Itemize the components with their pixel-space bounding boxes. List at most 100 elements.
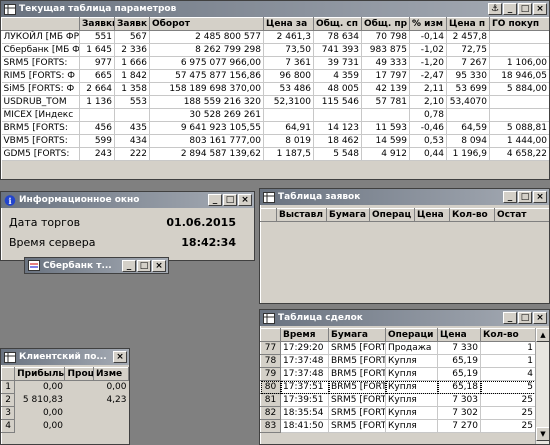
- client-header-2[interactable]: Проц: [64, 367, 94, 381]
- deals-header-1[interactable]: Время: [280, 328, 329, 342]
- params-row[interactable]: ЛУКОЙЛ [МБ ФР 551 567 2 485 800 577 2 461,3 7…: [1, 30, 549, 44]
- orders-header-5[interactable]: Кол-во: [449, 208, 495, 222]
- maximize-button[interactable]: □: [518, 312, 532, 324]
- client-row[interactable]: 4 0,00: [1, 419, 129, 433]
- deals-row[interactable]: 83 18:41:50 SRM5 [FORT Купля 7 270 25: [260, 419, 536, 433]
- client-table: Прибыль Проц Изме 1 0,00 0,00 2 5 810,83 4,23 3 0…: [1, 367, 129, 433]
- deals-row[interactable]: 77 17:29:20 SRM5 [FORT Продажа 7 330 1: [260, 341, 536, 355]
- params-header-5[interactable]: Общ. сп: [313, 17, 362, 31]
- orders-header-0[interactable]: [260, 208, 277, 222]
- deals-row[interactable]: 82 18:35:54 SRM5 [FORT Купля 7 302 25: [260, 406, 536, 420]
- close-button[interactable]: ×: [533, 3, 547, 15]
- deals-header-4[interactable]: Цена: [437, 328, 481, 342]
- close-button[interactable]: ×: [152, 259, 166, 272]
- minimize-button[interactable]: _: [503, 3, 517, 15]
- params-header-2[interactable]: Заявк: [114, 17, 150, 31]
- params-header-7[interactable]: % изм: [409, 17, 447, 31]
- params-header-3[interactable]: Оборот: [149, 17, 264, 31]
- params-row[interactable]: SRM5 [FORTS: 977 1 666 6 975 077 966,00 7 36…: [1, 56, 549, 70]
- maximize-button[interactable]: □: [518, 191, 532, 203]
- params-cell: 2 336: [114, 43, 150, 57]
- close-button[interactable]: ×: [533, 191, 547, 203]
- deals-titlebar[interactable]: Таблица сделок _ □ ×: [260, 310, 549, 326]
- deals-row[interactable]: 78 17:37:48 BRM5 [FORT Купля 65,19 1: [260, 354, 536, 368]
- params-cell: 115 546: [313, 95, 362, 109]
- deals-scrollbar[interactable]: ▲ ▼: [535, 328, 549, 444]
- params-cell: 2,11: [409, 82, 447, 96]
- client-header-1[interactable]: Прибыль: [14, 367, 66, 381]
- client-row[interactable]: 2 5 810,83 4,23: [1, 393, 129, 407]
- scroll-down-icon[interactable]: ▼: [536, 427, 549, 441]
- params-row[interactable]: VBM5 [FORTS: 599 434 803 161 777,00 8 019 18 …: [1, 134, 549, 148]
- params-cell: 70 798: [361, 30, 410, 44]
- params-header-6[interactable]: Общ. пр: [361, 17, 410, 31]
- params-header-0[interactable]: [1, 17, 80, 31]
- params-titlebar[interactable]: Текущая таблица параметров ⚓ _ □ ×: [1, 1, 549, 17]
- params-cell: 78 634: [313, 30, 362, 44]
- params-row[interactable]: BRM5 [FORTS: 456 435 9 641 923 105,55 64,91 1…: [1, 121, 549, 135]
- deals-row[interactable]: 80 17:37:51 BRM5 [FORT Купля 65,18 5: [260, 380, 536, 394]
- maximize-button[interactable]: □: [223, 194, 237, 206]
- client-cell: 0,00: [106, 382, 127, 393]
- close-button[interactable]: ×: [113, 351, 127, 363]
- params-cell: 1 106,00: [489, 56, 549, 70]
- client-row[interactable]: 3 0,00: [1, 406, 129, 420]
- params-cell: 72,75: [446, 43, 490, 57]
- params-cell: USDRUB_TOM: [1, 95, 80, 109]
- params-cell: 7 267: [446, 56, 490, 70]
- orders-header-1[interactable]: Выставл: [276, 208, 327, 222]
- client-cell: 4,23: [106, 395, 127, 405]
- sber-window[interactable]: Сбербанк т... _ □ ×: [24, 257, 169, 274]
- orders-header-2[interactable]: Бумага: [326, 208, 370, 222]
- minimize-button[interactable]: _: [208, 194, 222, 206]
- params-row[interactable]: RIM5 [FORTS: Ф 665 1 842 57 475 877 156,86 9…: [1, 69, 549, 83]
- sber-titlebar[interactable]: Сбербанк т... _ □ ×: [25, 258, 168, 273]
- params-row[interactable]: GDM5 [FORTS: 243 222 2 894 587 139,62 1 187,…: [1, 147, 549, 161]
- deals-cell: 18:41:50: [280, 419, 329, 433]
- params-cell: 0,78: [409, 108, 447, 122]
- params-header-8[interactable]: Цена п: [446, 17, 490, 31]
- orders-titlebar[interactable]: Таблица заявок _ □ ×: [260, 189, 549, 205]
- deals-header-0[interactable]: [260, 328, 281, 342]
- orders-header-4[interactable]: Цена: [414, 208, 450, 222]
- minimize-button[interactable]: _: [503, 191, 517, 203]
- params-cell: [361, 108, 410, 122]
- deals-header-3[interactable]: Операци: [385, 328, 438, 342]
- close-button[interactable]: ×: [238, 194, 252, 206]
- deals-row[interactable]: 79 17:37:48 BRM5 [FORT Купля 65,19 4: [260, 367, 536, 381]
- info-titlebar[interactable]: i Информационное окно _ □ ×: [1, 192, 254, 208]
- params-title: Текущая таблица параметров: [19, 4, 177, 14]
- client-header-0[interactable]: [1, 367, 16, 381]
- params-header-9[interactable]: ГО покуп: [489, 17, 549, 31]
- params-header-4[interactable]: Цена за: [263, 17, 314, 31]
- params-header-1[interactable]: Заявки: [79, 17, 115, 31]
- client-cell: [65, 420, 93, 433]
- orders-header-6[interactable]: Остат: [494, 208, 549, 222]
- client-header-3[interactable]: Изме: [92, 367, 129, 381]
- params-cell: 1 136: [79, 95, 115, 109]
- params-row[interactable]: Сбербанк [МБ ФР 1 645 2 336 8 262 799 298 73…: [1, 43, 549, 57]
- params-row[interactable]: MICEX [Индекс 30 528 269 261 0,78: [1, 108, 549, 122]
- params-cell: 243: [79, 147, 115, 161]
- deals-header-2[interactable]: Бумага: [328, 328, 386, 342]
- params-cell: [489, 43, 549, 57]
- client-titlebar[interactable]: Клиентский по... ×: [1, 349, 129, 365]
- params-cell: 1 358: [114, 82, 150, 96]
- deals-row[interactable]: 81 17:39:51 SRM5 [FORT Купля 7 303 25: [260, 393, 536, 407]
- maximize-button[interactable]: □: [137, 259, 151, 272]
- params-cell: 14 599: [361, 134, 410, 148]
- deals-header-5[interactable]: Кол-во: [480, 328, 536, 342]
- client-row[interactable]: 1 0,00 0,00: [1, 380, 129, 394]
- params-row[interactable]: SiM5 [FORTS: Ф2 664 1 358 158 189 698 370,…: [1, 82, 549, 96]
- pin-button[interactable]: ⚓: [488, 3, 502, 15]
- info-title: Информационное окно: [19, 195, 140, 205]
- maximize-button[interactable]: □: [518, 3, 532, 15]
- params-row[interactable]: USDRUB_TOM 1 136 553 188 559 216 320 52,3100…: [1, 95, 549, 109]
- scroll-track[interactable]: [536, 342, 549, 427]
- close-button[interactable]: ×: [533, 312, 547, 324]
- minimize-button[interactable]: _: [503, 312, 517, 324]
- scroll-up-icon[interactable]: ▲: [536, 328, 549, 342]
- minimize-button[interactable]: _: [122, 259, 136, 272]
- params-cell: 8 262 799 298: [149, 43, 264, 57]
- orders-header-3[interactable]: Операц: [369, 208, 415, 222]
